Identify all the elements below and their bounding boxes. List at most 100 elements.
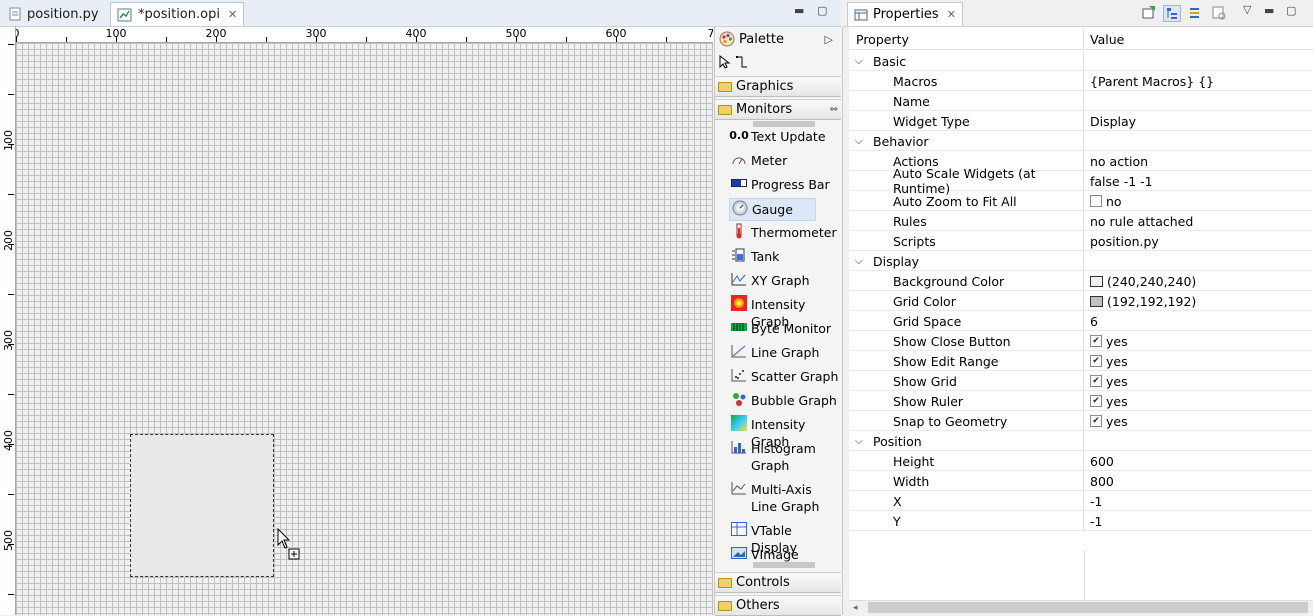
property-value-cell[interactable]: 6 [1085, 311, 1313, 331]
property-value-cell[interactable]: ✔ yes [1085, 331, 1313, 351]
category-row[interactable]: ⌵ Behavior [849, 131, 1313, 151]
property-row[interactable]: Grid Color (192,192,192) [849, 291, 1313, 311]
property-value-cell[interactable]: 800 [1085, 471, 1313, 491]
property-name: Name [893, 93, 930, 109]
collapse-palette-icon[interactable]: ▷ [825, 33, 833, 46]
property-name-cell: ⌵ Basic [849, 51, 1084, 71]
palette-item-multi-axis-line-graph[interactable]: Multi-Axis Line Graph [729, 479, 841, 517]
property-value-cell[interactable]: position.py [1085, 231, 1313, 251]
connection-icon[interactable] [735, 55, 749, 69]
property-row[interactable]: Name [849, 91, 1313, 111]
property-row[interactable]: Width 800 [849, 471, 1313, 491]
property-row[interactable]: Show Grid ✔ yes [849, 371, 1313, 391]
drawer-others[interactable]: Others [715, 595, 841, 616]
tab-properties[interactable]: Properties ✕ [847, 2, 963, 26]
property-row[interactable]: Show Ruler ✔ yes [849, 391, 1313, 411]
palette-item-bubble-graph[interactable]: Bubble Graph [729, 390, 841, 411]
property-row[interactable]: Macros {Parent Macros} {} [849, 71, 1313, 91]
tab-position-opi[interactable]: *position.opi ✕ [110, 2, 245, 26]
filter-properties-icon[interactable] [1188, 5, 1204, 20]
property-value-cell[interactable]: {Parent Macros} {} [1085, 71, 1313, 91]
drawer-monitors[interactable]: Monitors ⇔ [715, 99, 841, 120]
property-value-cell[interactable]: ✔ yes [1085, 351, 1313, 371]
property-value-cell[interactable]: -1 [1085, 491, 1313, 511]
column-header-value[interactable]: Value [1085, 28, 1313, 50]
property-name-cell: Show Close Button [849, 331, 1084, 351]
ruler-tick [8, 144, 14, 145]
chevron-down-icon[interactable]: ⌵ [855, 136, 867, 147]
palette-scroll-down[interactable] [753, 562, 815, 568]
property-value-cell[interactable] [1085, 91, 1313, 111]
category-row[interactable]: ⌵ Basic [849, 51, 1313, 71]
opi-canvas[interactable] [16, 43, 713, 615]
close-icon[interactable]: ✕ [947, 8, 956, 21]
property-value-cell[interactable]: Display [1085, 111, 1313, 131]
scroll-left-icon[interactable]: ◂ [853, 603, 858, 613]
palette-item-histogram-graph[interactable]: Histogram Graph [729, 438, 841, 476]
column-header-property[interactable]: Property [849, 28, 1084, 50]
property-row[interactable]: Auto Scale Widgets (at Runtime) false -1 … [849, 166, 1313, 196]
property-row[interactable]: Background Color (240,240,240) [849, 271, 1313, 291]
palette-item-scatter-graph[interactable]: Scatter Graph [729, 366, 841, 387]
checkbox-unchecked[interactable] [1090, 195, 1102, 207]
palette-item-thermometer[interactable]: Thermometer [729, 222, 841, 243]
property-value-cell[interactable]: no action [1085, 151, 1313, 171]
tab-position-py[interactable]: position.py [2, 2, 105, 26]
property-value-cell[interactable]: ✔ yes [1085, 411, 1313, 431]
checkbox-checked[interactable]: ✔ [1090, 335, 1102, 347]
property-value-cell[interactable]: false -1 -1 [1085, 171, 1313, 191]
palette-item-xy-graph[interactable]: XY Graph [729, 270, 841, 291]
drawer-graphics[interactable]: Graphics [715, 76, 841, 97]
drawer-controls[interactable]: Controls [715, 572, 841, 593]
palette-item-byte-monitor[interactable]: Byte Monitor [729, 318, 841, 339]
restore-default-icon[interactable] [1211, 5, 1227, 20]
category-row[interactable]: ⌵ Position [849, 431, 1313, 451]
property-row[interactable]: Widget Type Display [849, 111, 1313, 131]
property-row[interactable]: Snap to Geometry ✔ yes [849, 411, 1313, 431]
property-value-cell[interactable]: no rule attached [1085, 211, 1313, 231]
show-categories-icon[interactable] [1163, 5, 1181, 22]
maximize-icon[interactable]: ▢ [817, 4, 827, 17]
close-icon[interactable]: ✕ [228, 8, 237, 21]
property-row[interactable]: Scripts position.py [849, 231, 1313, 251]
scrollbar-thumb[interactable] [868, 602, 1308, 613]
palette-item-tank[interactable]: Tank [729, 246, 841, 267]
palette-item-meter[interactable]: Meter [729, 150, 841, 171]
property-value-cell[interactable]: -1 [1085, 511, 1313, 531]
palette-item-progress-bar[interactable]: Progress Bar [729, 174, 841, 195]
property-value-cell[interactable]: (192,192,192) [1085, 291, 1313, 311]
property-name-cell: Widget Type [849, 111, 1084, 131]
checkbox-checked[interactable]: ✔ [1090, 395, 1102, 407]
category-row[interactable]: ⌵ Display [849, 251, 1313, 271]
checkbox-checked[interactable]: ✔ [1090, 415, 1102, 427]
property-row[interactable]: Show Close Button ✔ yes [849, 331, 1313, 351]
property-value-cell[interactable]: ✔ yes [1085, 371, 1313, 391]
minimize-icon[interactable]: ▬ [1264, 4, 1274, 17]
checkbox-checked[interactable]: ✔ [1090, 375, 1102, 387]
property-row[interactable]: Height 600 [849, 451, 1313, 471]
property-row[interactable]: Show Edit Range ✔ yes [849, 351, 1313, 371]
pin-view-icon[interactable] [1141, 5, 1157, 20]
property-value-cell[interactable]: ✔ yes [1085, 391, 1313, 411]
chevron-down-icon[interactable]: ⌵ [855, 256, 867, 267]
property-row[interactable]: Y -1 [849, 511, 1313, 531]
property-value-cell[interactable]: no [1085, 191, 1313, 211]
property-row[interactable]: X -1 [849, 491, 1313, 511]
select-arrow-icon[interactable] [719, 55, 731, 69]
maximize-icon[interactable]: ▢ [1286, 4, 1296, 17]
palette-item-text-update[interactable]: 0.0 Text Update [729, 126, 841, 147]
property-row[interactable]: Grid Space 6 [849, 311, 1313, 331]
property-row[interactable]: Rules no rule attached [849, 211, 1313, 231]
property-name-cell: Rules [849, 211, 1084, 231]
minimize-icon[interactable]: ▬ [794, 4, 804, 17]
pin-icon[interactable]: ⇔ [830, 104, 838, 115]
property-value-cell[interactable]: 600 [1085, 451, 1313, 471]
chevron-down-icon[interactable]: ⌵ [855, 56, 867, 67]
checkbox-checked[interactable]: ✔ [1090, 355, 1102, 367]
palette-item-line-graph[interactable]: Line Graph [729, 342, 841, 363]
palette-item-gauge[interactable]: Gauge [729, 198, 816, 221]
chevron-down-icon[interactable]: ⌵ [855, 436, 867, 447]
property-row[interactable]: Auto Zoom to Fit All no [849, 191, 1313, 211]
view-menu-icon[interactable]: ▽ [1243, 3, 1251, 16]
property-value-cell[interactable]: (240,240,240) [1085, 271, 1313, 291]
